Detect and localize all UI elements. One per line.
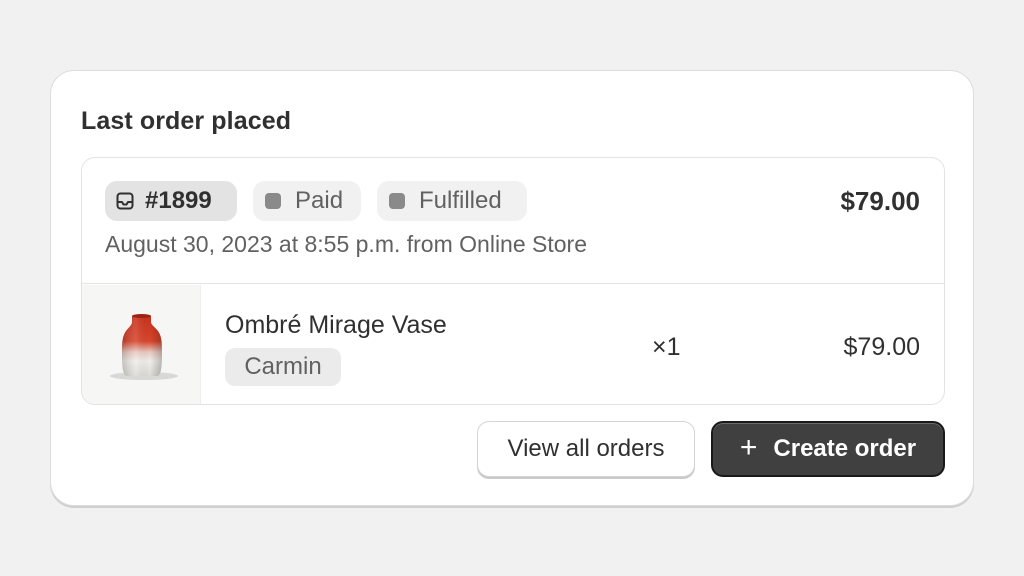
order-header: #1899 Paid Fulfilled $79.00 August 30, 2… [82,158,944,284]
order-summary: #1899 Paid Fulfilled $79.00 August 30, 2… [81,157,945,405]
create-order-button[interactable]: + Create order [711,421,945,477]
payment-status-badge: Paid [253,181,361,221]
line-item: Ombré Mirage Vase Carmin ×1 $79.00 [82,285,944,404]
status-dot-icon [389,193,405,209]
order-number-badge[interactable]: #1899 [105,181,237,221]
item-price: $79.00 [843,333,920,361]
status-dot-icon [265,193,281,209]
product-name[interactable]: Ombré Mirage Vase [225,311,447,340]
view-all-orders-label: View all orders [507,435,665,462]
item-quantity: ×1 [652,333,681,361]
view-all-orders-button[interactable]: View all orders [477,421,695,477]
last-order-card: Last order placed #1899 Paid Fulfilled $… [50,70,974,506]
order-total: $79.00 [840,186,920,216]
plus-icon: + [739,431,758,464]
order-number: #1899 [145,187,212,214]
vase-image [110,314,178,380]
inbox-icon [116,192,134,210]
payment-status-label: Paid [295,187,344,214]
create-order-label: Create order [773,435,917,462]
fulfillment-status-badge: Fulfilled [377,181,527,221]
product-thumbnail[interactable] [82,285,201,404]
variant-badge: Carmin [225,348,341,386]
fulfillment-status-label: Fulfilled [419,187,502,214]
order-date-source: August 30, 2023 at 8:55 p.m. from Online… [105,231,588,257]
card-title: Last order placed [81,107,292,135]
